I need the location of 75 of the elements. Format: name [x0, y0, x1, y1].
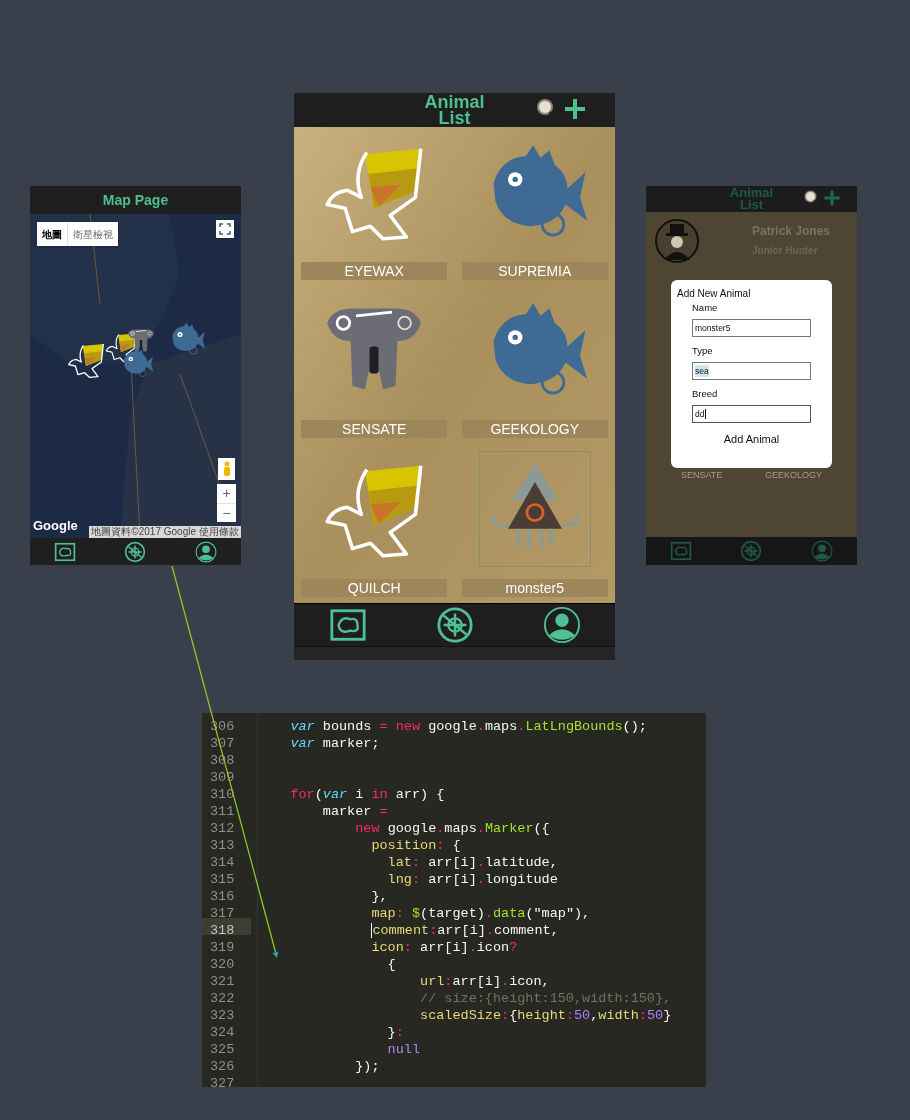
code-line: var bounds = new google.maps.LatLngBounds(); [289, 718, 647, 735]
line-number: 320 [210, 957, 235, 972]
line-number: 325 [210, 1042, 235, 1057]
map-logo: Google [33, 516, 78, 535]
code-line: icon: arr[i].icon? [370, 939, 518, 956]
search-icon[interactable] [803, 189, 821, 207]
zoom-in-button[interactable]: + [217, 484, 236, 503]
code-line: lng: arr[i].longitude [386, 871, 558, 888]
fullscreen-button[interactable] [216, 220, 234, 238]
animal-name: SUPREMIA [461, 261, 608, 280]
line-number: 312 [210, 821, 235, 836]
input-field[interactable]: monster5 [692, 319, 811, 337]
line-number: 326 [210, 1059, 235, 1074]
line-number: 318 [210, 923, 235, 938]
animal-name: SENSATE [681, 469, 723, 482]
field-label: Name [692, 302, 719, 314]
animal-name: monster5 [461, 579, 608, 597]
page-title: Animal List [423, 94, 486, 126]
crosshair-icon[interactable] [435, 606, 474, 644]
animal-name: GEEKOLOGY [461, 420, 608, 439]
avatar-icon[interactable] [654, 218, 700, 264]
line-number: 314 [210, 855, 235, 870]
code-line: position: { [370, 837, 461, 854]
code-line: new google.maps.Marker({ [354, 820, 550, 837]
code-line: url:arr[i].icon, [419, 973, 550, 990]
field-label: Breed [692, 388, 719, 400]
map-type-button[interactable]: 衛星檢視 [67, 222, 118, 246]
code-line: }, [370, 888, 388, 905]
map-attribution: 地圖資料©2017 Google [91, 526, 196, 538]
code-line: }: [386, 1024, 404, 1041]
line-number: 316 [210, 889, 235, 904]
fullscreen-icon [219, 223, 231, 235]
code-line: { [386, 956, 396, 973]
animal-picture[interactable] [478, 451, 591, 567]
animal-name: GEEKOLOGY [764, 469, 822, 482]
code-line: map: $(target).data("map"), [370, 905, 591, 922]
map-icon[interactable] [54, 540, 77, 563]
pegman-icon [222, 461, 231, 477]
page-title: Animal List [728, 187, 775, 211]
line-number: 324 [210, 1025, 235, 1040]
code-line: marker = [321, 803, 388, 820]
code-line: var marker; [289, 735, 380, 752]
line-number: 327 [210, 1076, 235, 1091]
code-line: scaledSize:{height:50,width:50} [419, 1007, 672, 1024]
zoom-out-button[interactable]: − [217, 503, 236, 522]
code-line: for(var i in arr) { [289, 786, 445, 803]
animal-name: QUILCH [301, 579, 448, 597]
code-line: null [386, 1041, 421, 1058]
map-icon[interactable] [328, 606, 367, 644]
animal-name: EYEWAX [301, 261, 448, 280]
line-number: 313 [210, 838, 235, 853]
map-type-button[interactable]: 地圖 [37, 222, 67, 246]
line-number: 317 [210, 906, 235, 921]
code-line: }); [354, 1058, 380, 1075]
user-icon[interactable] [194, 540, 217, 563]
code-line: lat: arr[i].latitude, [386, 854, 558, 871]
line-number: 319 [210, 940, 235, 955]
code-line: comment:arr[i].comment, [370, 922, 559, 939]
terms-link[interactable]: 使用條款 [199, 526, 239, 538]
input-field[interactable]: dd [692, 405, 811, 423]
user-icon[interactable] [542, 606, 581, 644]
input-field[interactable]: sea [692, 362, 811, 380]
code-line: // size:{height:150,width:150}, [419, 990, 672, 1007]
page-title: Map Page [102, 190, 169, 210]
field-label: Type [692, 345, 714, 357]
crosshair-icon[interactable] [124, 540, 147, 563]
add-animal-button[interactable]: Add Animal [723, 431, 780, 448]
line-number: 322 [210, 991, 235, 1006]
line-number: 315 [210, 872, 235, 887]
line-number: 323 [210, 1008, 235, 1023]
dialog-title: Add New Animal [677, 288, 752, 300]
line-number: 321 [210, 974, 235, 989]
animal-name: SENSATE [301, 420, 448, 439]
line-number: 311 [210, 804, 235, 819]
add-icon[interactable] [563, 97, 587, 121]
